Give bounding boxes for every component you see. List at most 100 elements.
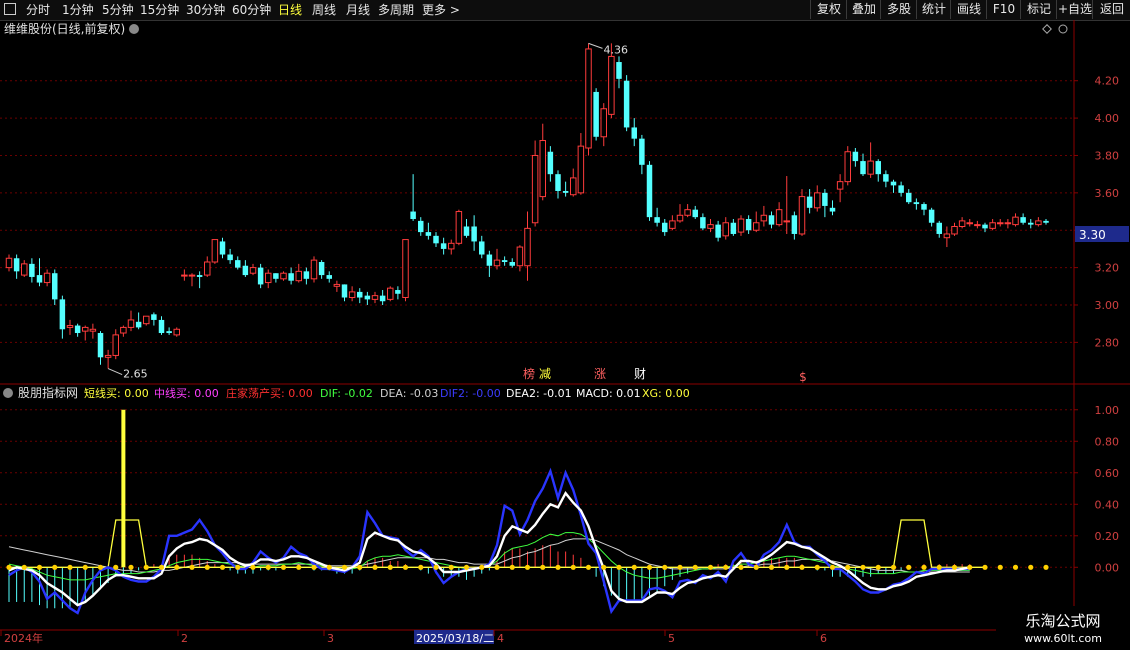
candle-body [188, 274, 196, 277]
indicator-tick-label: 0.40 [1095, 498, 1120, 511]
toolbar-button-4[interactable]: 画线 [950, 0, 987, 19]
candle-body [341, 284, 348, 298]
zero-dot [189, 564, 195, 570]
candle-body [89, 328, 97, 332]
toolbar-button-6[interactable]: 标记 [1020, 0, 1057, 19]
candle-body [204, 261, 211, 276]
candle-body [662, 222, 668, 233]
candle-body [958, 220, 966, 227]
candle-body [82, 326, 89, 332]
candle-body [760, 214, 768, 222]
period-tab-8[interactable]: 月线 [346, 2, 370, 18]
period-tab-7[interactable]: 周线 [312, 2, 336, 18]
zero-dot [204, 564, 210, 570]
zero-dot [402, 564, 409, 570]
period-tab-1[interactable]: 1分钟 [62, 2, 94, 18]
toolbar-button-3[interactable]: 统计 [916, 0, 951, 19]
candle-body [486, 254, 493, 266]
zero-dot [585, 564, 592, 570]
high-pointer [588, 42, 603, 49]
event-marker: 涨 [594, 366, 606, 381]
candle-body [997, 222, 1004, 225]
zero-dot [845, 564, 851, 570]
candle-body [448, 242, 455, 250]
candle-body [273, 273, 279, 279]
candle-body [13, 258, 20, 272]
indicator-legend-6: DEA2: -0.01 [506, 387, 572, 400]
stock-chart: 4.204.003.803.603.403.203.002.80维维股份(日线,… [0, 20, 1130, 650]
candle-body [348, 291, 356, 299]
indicator-legend-0: 短线买: 0.00 [84, 386, 149, 400]
candle-body [395, 290, 401, 294]
candle-body [562, 190, 569, 193]
event-marker: $ [799, 370, 807, 384]
candle-body [151, 314, 157, 320]
candle-body [303, 271, 310, 279]
price-tick-label: 3.80 [1095, 149, 1120, 162]
period-tab-9[interactable]: 多周期 [378, 2, 414, 18]
candle-body [616, 62, 622, 79]
toolbar-button-0[interactable]: 复权 [810, 0, 847, 19]
price-tick-label: 3.00 [1095, 299, 1120, 312]
zero-dot [829, 564, 836, 570]
toolbar-button-2[interactable]: 多股 [880, 0, 917, 19]
price-tick-label: 2.80 [1095, 336, 1120, 349]
zero-dot [646, 564, 653, 570]
indicator-legend-7: MACD: 0.01 [576, 387, 641, 400]
candle-body [52, 273, 58, 300]
period-tab-0[interactable]: 分时 [26, 2, 50, 18]
period-tab-6[interactable]: 日线 [278, 2, 302, 18]
period-tab-3[interactable]: 15分钟 [140, 2, 179, 18]
period-tab-2[interactable]: 5分钟 [102, 2, 134, 18]
candle-body [639, 138, 645, 165]
zero-dot [1043, 564, 1049, 570]
candle-body [707, 224, 714, 229]
candle-body [737, 218, 745, 233]
candle-body [433, 235, 439, 244]
candle-body [524, 227, 531, 267]
candle-body [646, 164, 653, 218]
period-tab-4[interactable]: 30分钟 [186, 2, 225, 18]
low-price-label: 2.65 [123, 368, 148, 381]
zero-dot [448, 564, 454, 570]
indicator-menu-icon [3, 388, 13, 398]
current-price-label: 3.30 [1079, 228, 1106, 242]
candle-body [196, 275, 203, 277]
zero-dot [433, 564, 439, 570]
toolbar-button-1[interactable]: 叠加 [846, 0, 881, 19]
candle-body [676, 214, 684, 222]
candle-body [669, 220, 676, 229]
candle-body [310, 259, 318, 280]
zero-dot [799, 564, 805, 570]
zero-dot [738, 564, 744, 570]
toolbar-button-7[interactable]: +自选 [1056, 0, 1093, 19]
candle-body [906, 192, 912, 203]
zero-dot [875, 564, 881, 570]
menu-icon[interactable] [4, 3, 16, 15]
title-dropdown-icon [129, 24, 139, 34]
candle-body [928, 209, 935, 223]
zero-dot [753, 564, 759, 570]
candle-body [913, 202, 920, 205]
candle-body [631, 127, 637, 139]
candle-body [493, 259, 501, 267]
zero-dot [936, 564, 942, 570]
period-tab-10[interactable]: 更多 > [422, 2, 460, 18]
toolbar-button-5[interactable]: F10 [986, 0, 1021, 19]
period-tab-5[interactable]: 60分钟 [232, 2, 271, 18]
circle-icon [1058, 24, 1068, 34]
candle-body [585, 48, 592, 149]
zero-dot [601, 564, 607, 570]
candle-body [1012, 216, 1019, 226]
time-cursor-label: 2025/03/18/二 [416, 632, 494, 645]
toolbar-button-8[interactable]: 返回 [1092, 0, 1130, 19]
zero-dot [768, 564, 775, 570]
candle-body [654, 217, 660, 223]
zero-dot [860, 564, 866, 570]
candle-body [364, 295, 371, 300]
indicator-tick-label: 0.60 [1095, 467, 1120, 480]
candle-body [173, 328, 180, 336]
candle-body [1004, 222, 1012, 225]
dif-line [8, 532, 970, 581]
zero-dot [97, 564, 104, 570]
